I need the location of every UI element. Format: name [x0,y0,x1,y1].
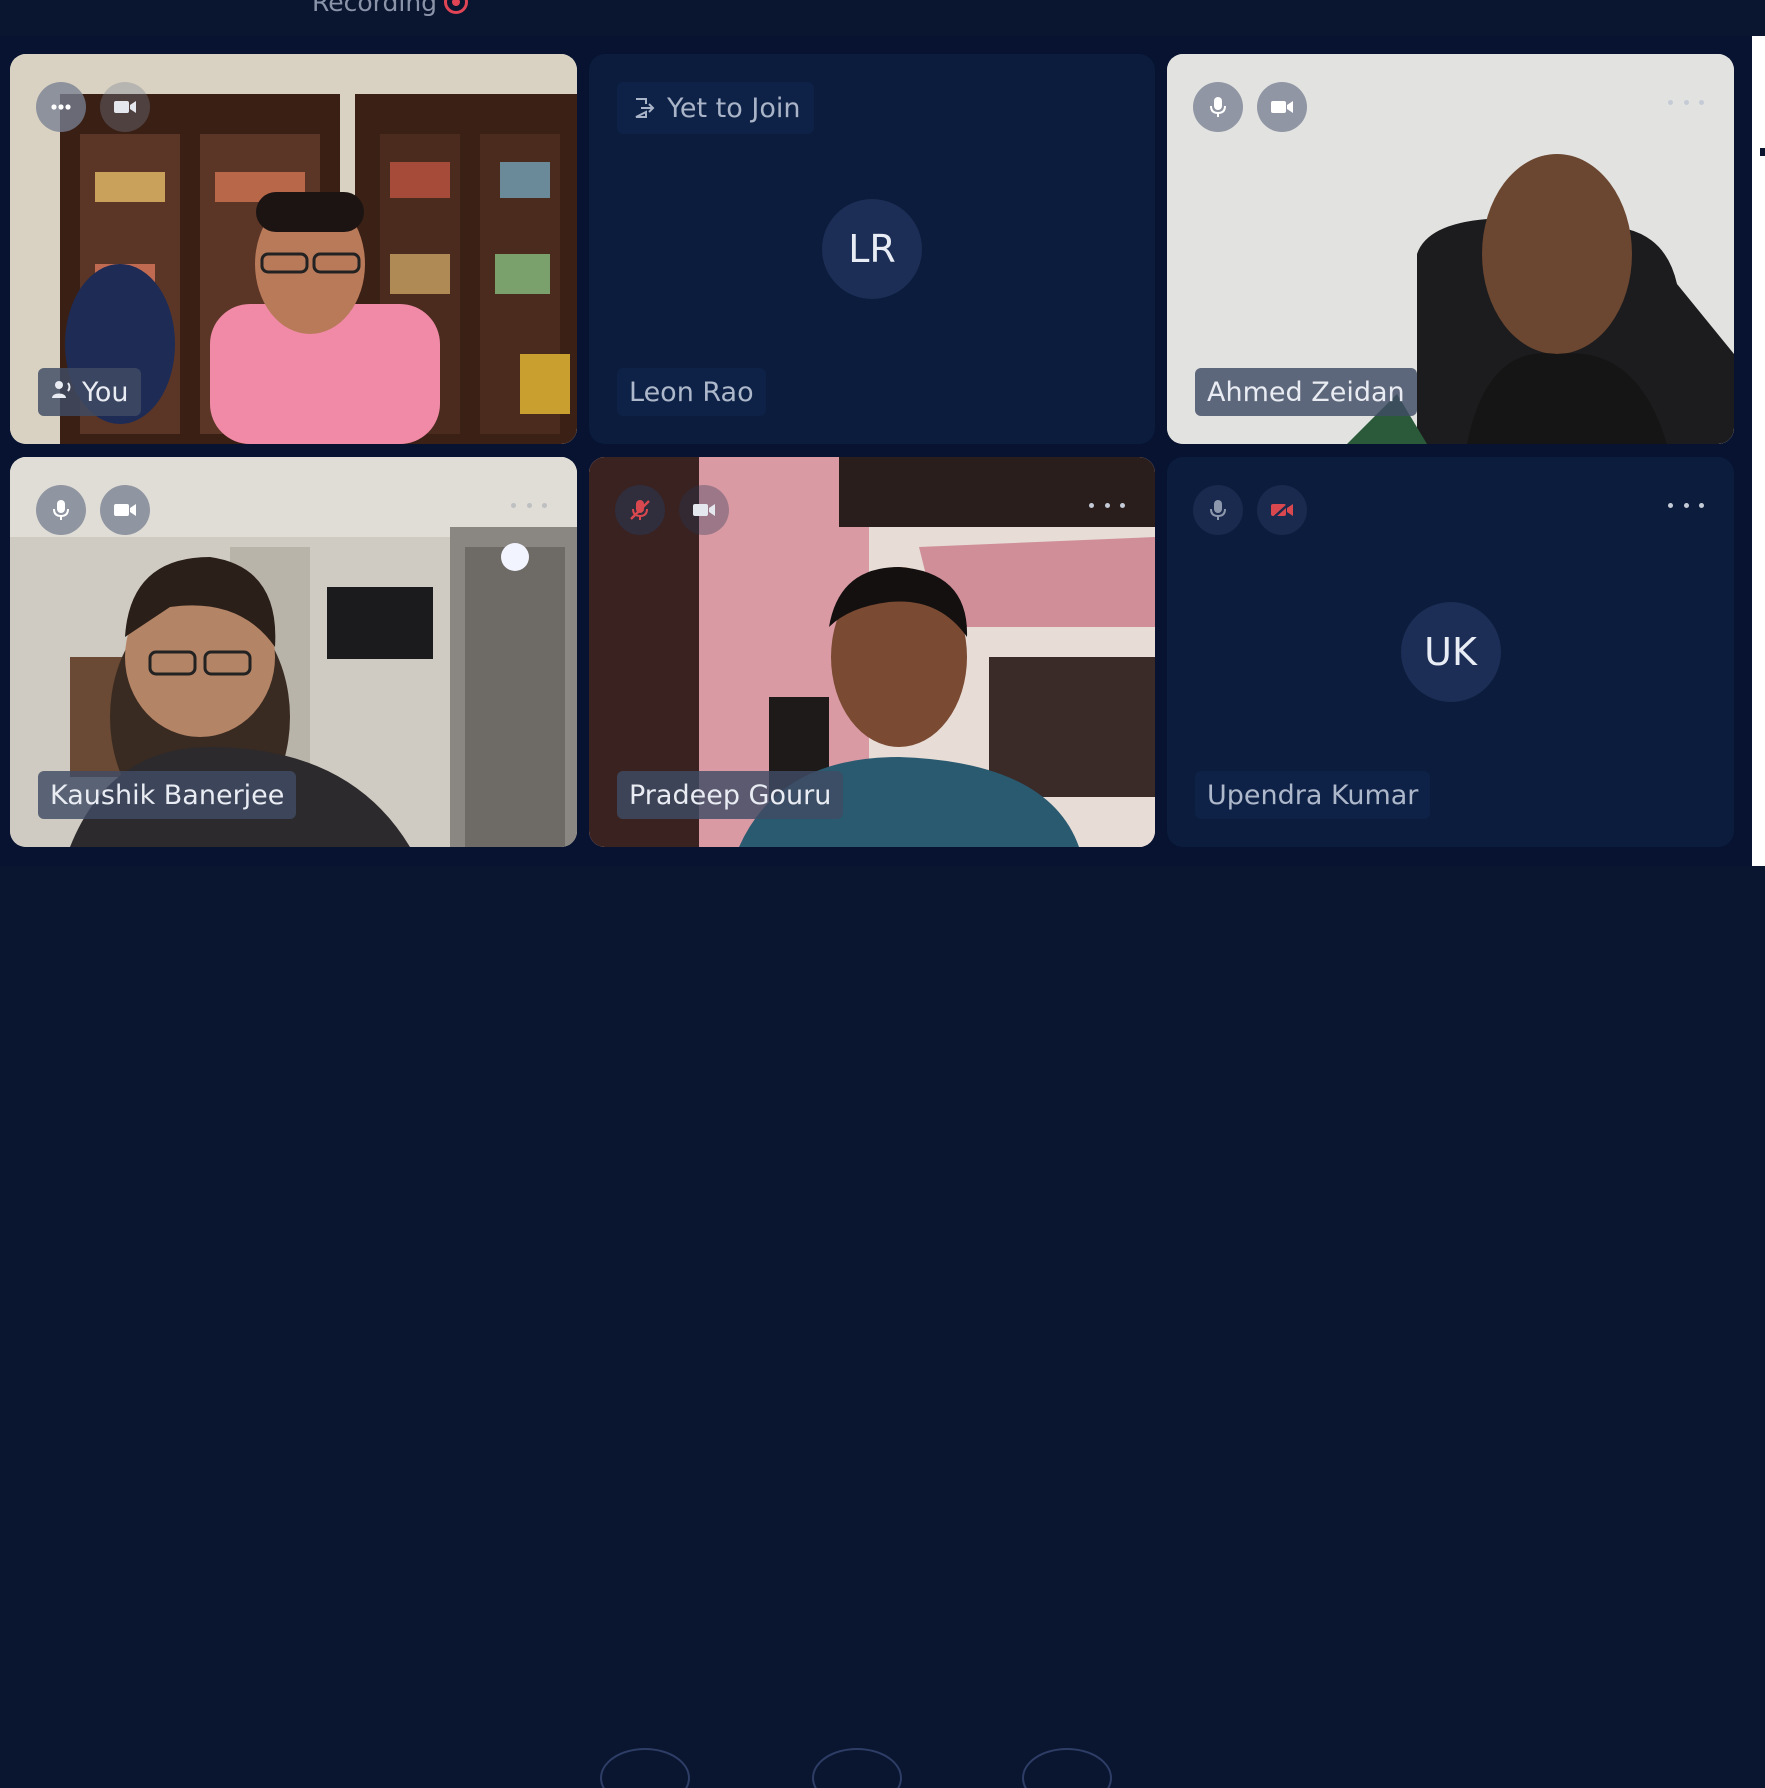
participant-tile-you[interactable]: You [10,54,577,444]
camera-button[interactable] [1257,82,1307,132]
join-door-icon [635,98,655,118]
participant-name: You [38,368,141,416]
more-icon [51,104,71,110]
scrollbar-track[interactable] [1752,36,1765,866]
microphone-icon [1210,97,1226,117]
participant-tile-pradeep-gouru[interactable]: Pradeep Gouru [589,457,1155,847]
avatar: LR [822,199,922,299]
top-bar: Recording [0,0,1765,36]
microphone-button[interactable] [1193,485,1243,535]
camera-icon [693,504,715,516]
participant-tile-upendra-kumar[interactable]: UK Upendra Kumar [1167,457,1734,847]
camera-button[interactable] [100,82,150,132]
participant-name: Ahmed Zeidan [1195,368,1417,416]
mic-toggle-button[interactable] [600,1748,690,1788]
participant-tile-ahmed-zeidan[interactable]: Ahmed Zeidan [1167,54,1734,444]
participant-name: Leon Rao [617,368,766,416]
more-options-button[interactable] [1668,495,1704,515]
participant-name-text: You [82,376,129,408]
more-options-button[interactable] [1668,92,1704,112]
leave-call-button[interactable] [1022,1748,1112,1788]
video-grid: You Yet to Join LR Leon Rao Ahmed Zeidan [0,36,1752,866]
camera-toggle-button[interactable] [812,1748,902,1788]
participant-tile-kaushik-banerjee[interactable]: Kaushik Banerjee [10,457,577,847]
participant-tile-leon-rao[interactable]: Yet to Join LR Leon Rao [589,54,1155,444]
camera-off-icon [1271,500,1293,520]
camera-button[interactable] [1257,485,1307,535]
more-options-button[interactable] [511,495,547,515]
recording-label: Recording [312,0,438,17]
avatar: UK [1400,602,1501,702]
microphone-icon [1210,500,1226,520]
microphone-muted-icon [630,500,650,520]
yet-to-join-badge: Yet to Join [617,82,815,134]
participant-name: Pradeep Gouru [617,771,844,819]
recording-indicator-icon [444,0,468,14]
participant-name: Upendra Kumar [1195,771,1431,819]
camera-button[interactable] [679,485,729,535]
participant-name: Kaushik Banerjee [38,771,297,819]
camera-button[interactable] [100,485,150,535]
more-options-button[interactable] [1089,495,1125,515]
microphone-button[interactable] [615,485,665,535]
yet-to-join-text: Yet to Join [667,92,801,124]
control-bar [0,866,1765,1788]
microphone-icon [53,500,69,520]
camera-icon [114,504,136,516]
microphone-button[interactable] [36,485,86,535]
speaker-icon [50,377,82,408]
camera-icon [1271,101,1293,113]
camera-icon [114,101,136,113]
microphone-button[interactable] [1193,82,1243,132]
scrollbar-thumb[interactable] [1760,148,1765,156]
more-options-button[interactable] [36,82,86,132]
